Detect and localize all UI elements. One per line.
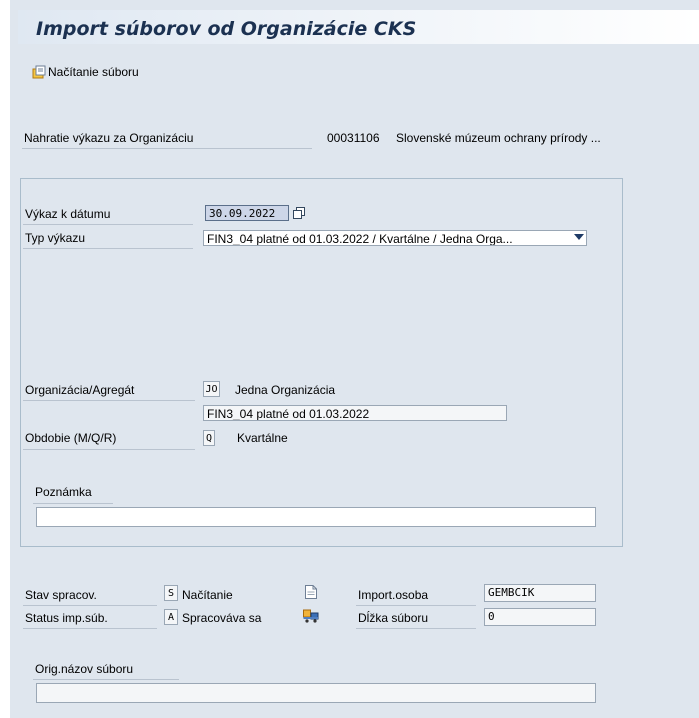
organization-label: Nahratie výkazu za Organizáciu [24, 131, 194, 145]
note-label: Poznámka [35, 485, 92, 499]
note-input[interactable] [36, 507, 596, 527]
org-aggregate-text: Jedna Organizácia [235, 383, 336, 397]
processing-status-text: Načítanie [182, 588, 233, 602]
file-length-field: 0 [484, 608, 596, 626]
report-date-underline [23, 224, 193, 225]
org-aggregate-underline [23, 400, 195, 401]
import-person-label: Import.osoba [358, 588, 429, 602]
import-status-underline [23, 628, 157, 629]
import-status-text: Spracováva sa [182, 611, 262, 625]
report-type-underline [23, 248, 193, 249]
copy-icon[interactable] [293, 207, 305, 219]
toolbar: Načítanie súboru [18, 58, 699, 88]
processing-status-underline [23, 605, 157, 606]
orig-file-name-label: Orig.názov súboru [35, 662, 134, 676]
document-icon[interactable] [305, 585, 317, 599]
load-file-label: Načítanie súboru [48, 65, 139, 79]
report-description-field: FIN3_04 platné od 01.03.2022 [203, 405, 507, 421]
period-label: Obdobie (M/Q/R) [25, 431, 117, 445]
report-type-label: Typ výkazu [25, 231, 86, 245]
truck-icon[interactable] [303, 609, 319, 623]
chevron-down-icon[interactable] [574, 234, 584, 240]
organization-id: 00031106 [327, 131, 380, 145]
import-status-label: Status imp.súb. [25, 611, 108, 625]
processing-status-code[interactable]: S [164, 585, 178, 601]
load-file-button[interactable]: Načítanie súboru [32, 63, 139, 81]
period-text: Kvartálne [237, 431, 288, 445]
org-aggregate-code[interactable]: JO [203, 381, 220, 397]
title-bar: Import súborov od Organizácie CKS [18, 10, 699, 44]
period-code[interactable]: Q [203, 430, 215, 446]
file-length-label: Dĺžka súboru [358, 611, 429, 625]
report-date-input[interactable]: 30.09.2022 [205, 205, 289, 221]
load-file-icon [32, 65, 46, 79]
note-underline [33, 503, 113, 504]
left-gutter [0, 0, 10, 718]
orig-file-name-underline [33, 679, 179, 680]
orig-file-name-field [36, 683, 596, 703]
import-status-code[interactable]: A [164, 609, 178, 625]
import-person-field: GEMBCIK [484, 584, 596, 602]
report-date-label: Výkaz k dátumu [25, 207, 111, 221]
report-type-select[interactable]: FIN3_04 platné od 01.03.2022 / Kvartálne… [203, 230, 587, 246]
report-type-value: FIN3_04 platné od 01.03.2022 / Kvartálne… [207, 232, 513, 246]
org-aggregate-label: Organizácia/Agregát [25, 383, 135, 397]
page-title: Import súborov od Organizácie CKS [36, 18, 417, 40]
file-length-underline [356, 628, 476, 629]
import-person-underline [356, 605, 476, 606]
organization-name: Slovenské múzeum ochrany prírody ... [396, 131, 601, 145]
organization-underline [22, 148, 312, 149]
period-underline [23, 449, 195, 450]
processing-status-label: Stav spracov. [25, 588, 97, 602]
